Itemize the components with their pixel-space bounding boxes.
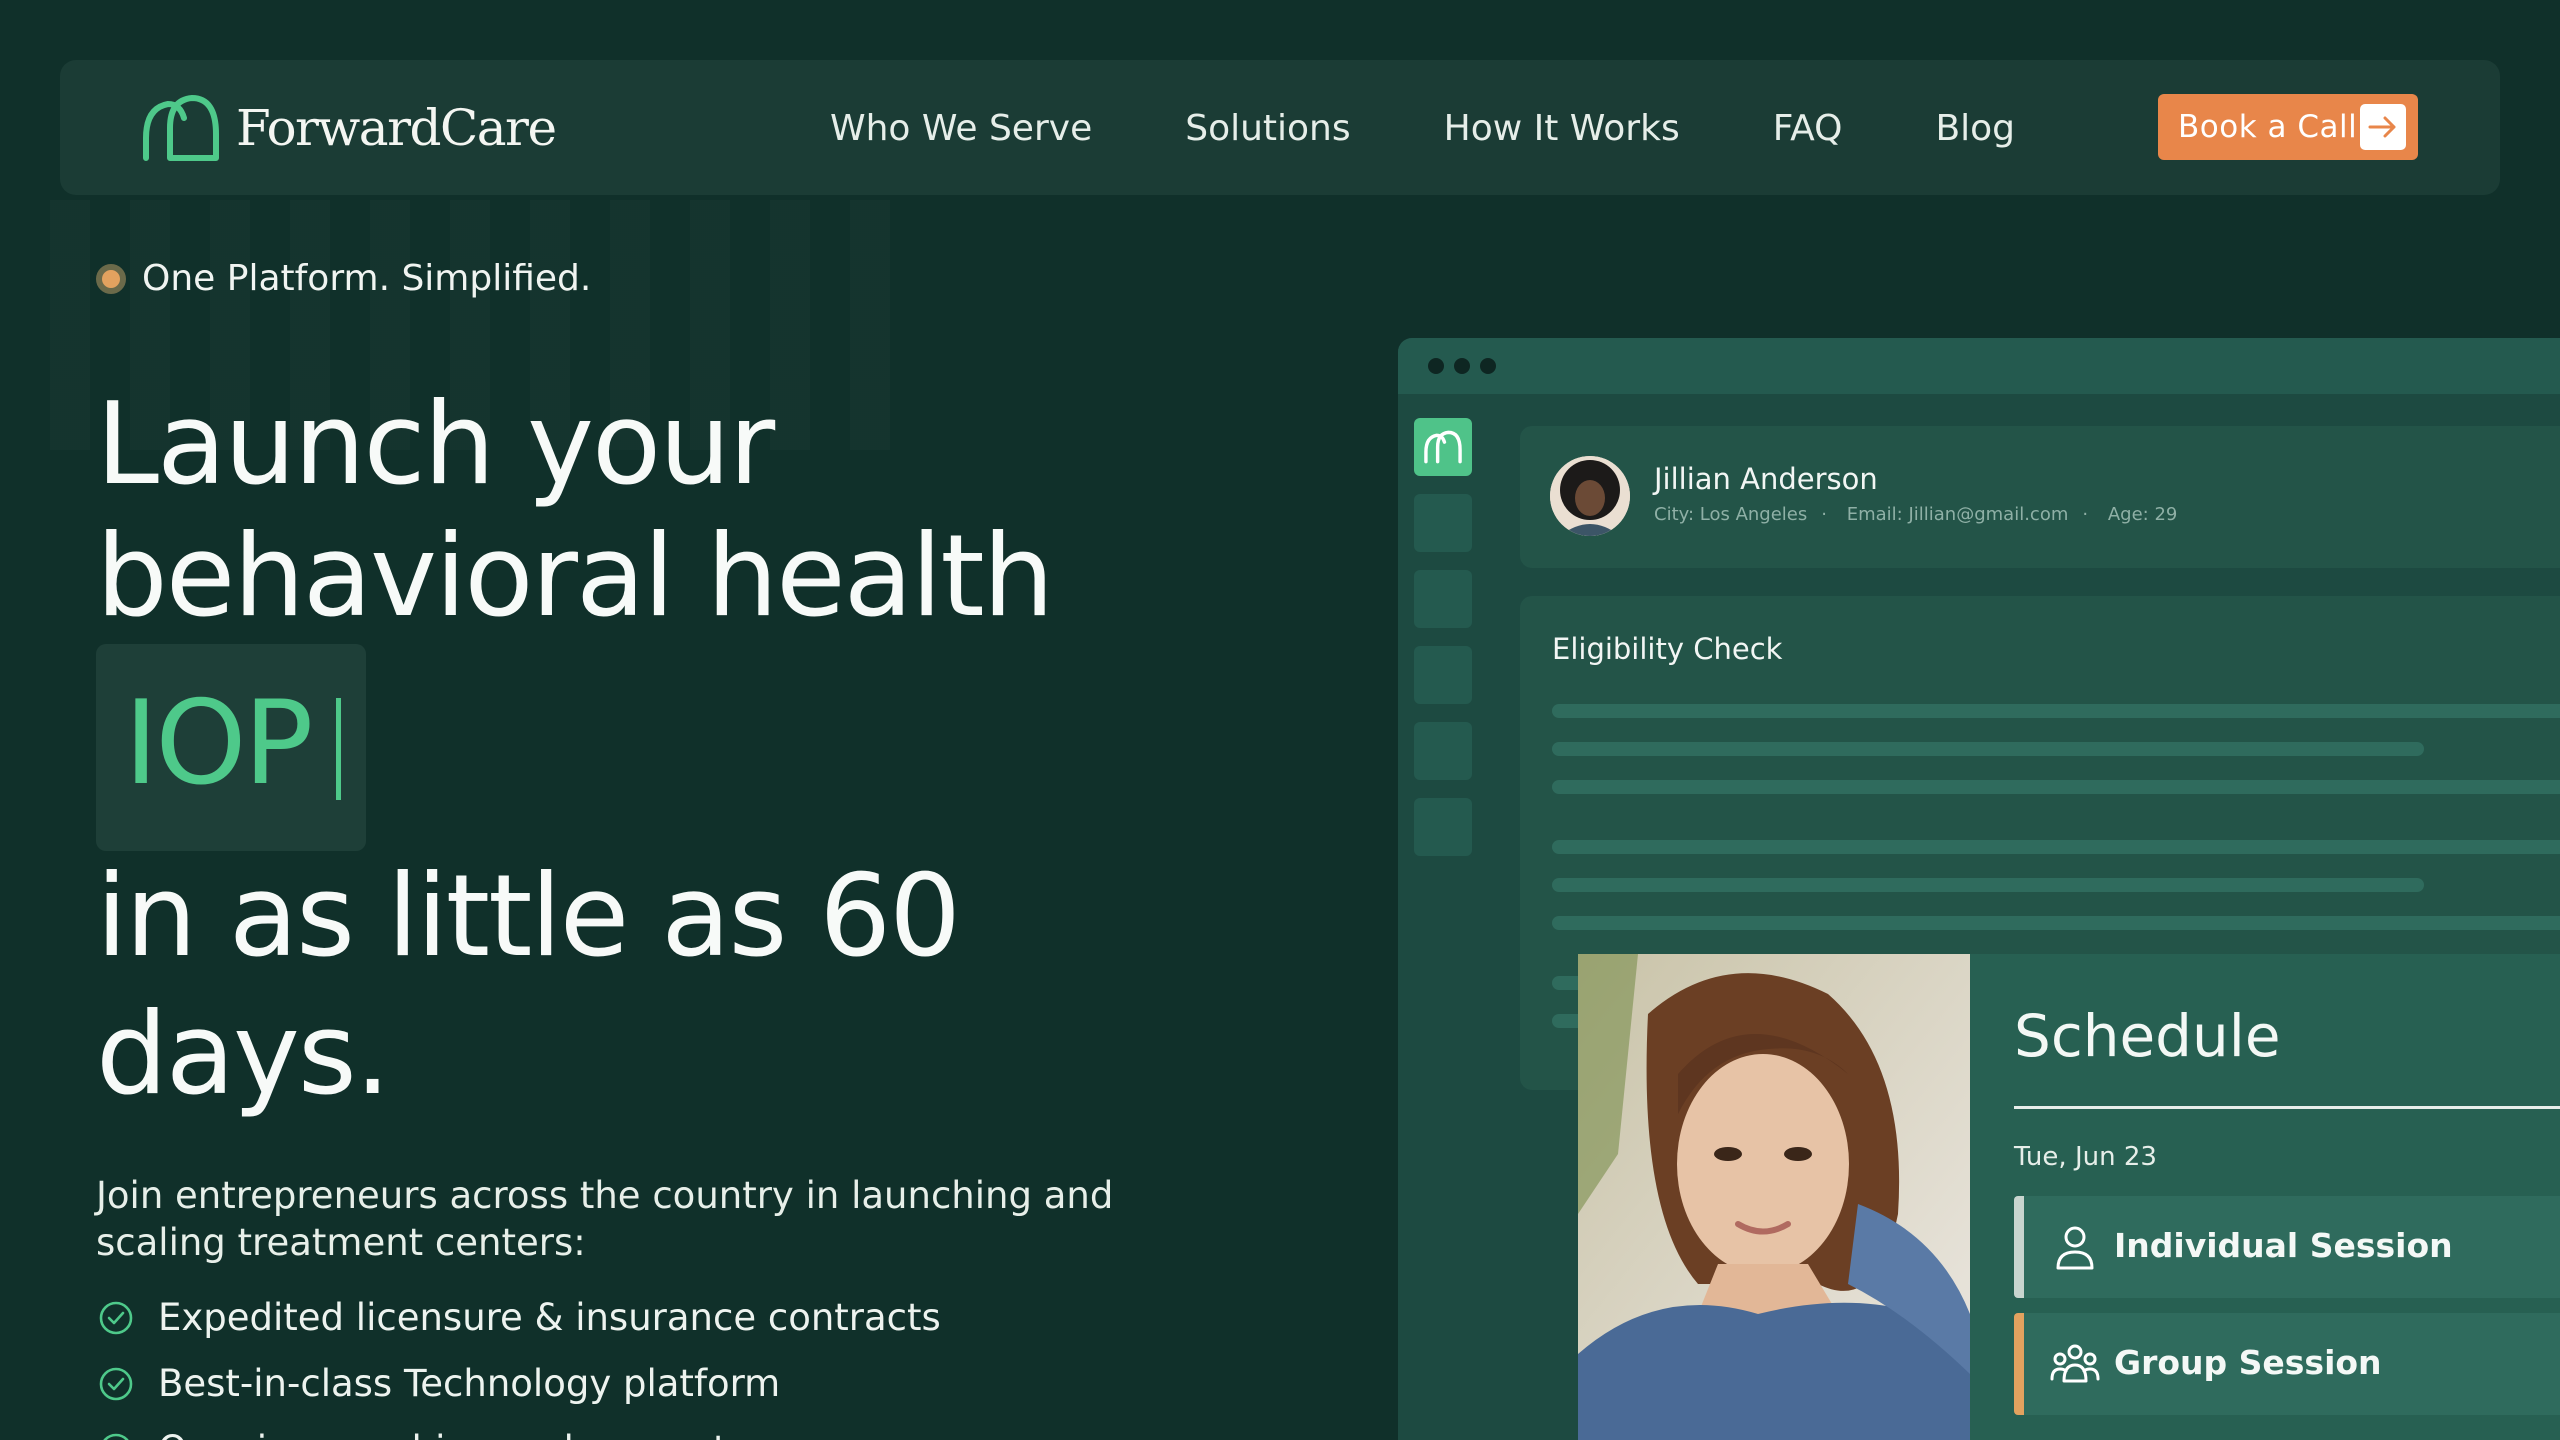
sidebar-item xyxy=(1414,494,1472,552)
feature-bullet: Expedited licensure & insurance contract… xyxy=(98,1296,941,1339)
sidebar-item xyxy=(1414,798,1472,856)
nav-link-faq[interactable]: FAQ xyxy=(1773,108,1843,149)
feature-bullet-text: Expedited licensure & insurance contract… xyxy=(158,1296,941,1339)
nav-links: Who We Serve Solutions How It Works FAQ … xyxy=(830,100,2108,156)
session-accent-bar xyxy=(2014,1313,2024,1415)
patient-age: Age: 29 xyxy=(2107,504,2178,525)
top-navigation: ForwardCare Who We Serve Solutions How I… xyxy=(60,60,2500,195)
feature-bullet: Best-in-class Technology platform xyxy=(98,1362,780,1405)
patient-city: City: Los Angeles xyxy=(1654,504,1808,525)
headline-line-4: days. xyxy=(96,988,391,1120)
placeholder-line xyxy=(1552,840,2560,854)
check-circle-icon xyxy=(102,1433,130,1440)
app-logo-icon xyxy=(1414,418,1472,476)
schedule-title: Schedule xyxy=(2014,1002,2281,1070)
nav-link-solutions[interactable]: Solutions xyxy=(1185,108,1350,149)
book-a-call-label: Book a Call xyxy=(2178,109,2358,145)
person-icon xyxy=(2056,1226,2094,1270)
brand-name: ForwardCare xyxy=(236,99,557,157)
session-label: Individual Session xyxy=(2114,1226,2453,1265)
placeholder-line xyxy=(1552,780,2560,794)
sidebar-item xyxy=(1414,570,1472,628)
nav-link-blog[interactable]: Blog xyxy=(1935,108,2015,149)
patient-card: Jillian Anderson City: Los Angeles · Emai… xyxy=(1520,426,2560,568)
window-titlebar xyxy=(1398,338,2560,394)
session-accent-bar xyxy=(2014,1196,2024,1298)
headline-line-2: behavioral health xyxy=(96,510,1054,642)
tagline-badge: One Platform. Simplified. xyxy=(96,258,591,299)
schedule-date: Tue, Jun 23 xyxy=(2014,1142,2157,1172)
nav-link-how-it-works[interactable]: How It Works xyxy=(1444,108,1680,149)
group-icon xyxy=(2050,1344,2100,1383)
feature-bullet: Ongoing coaching and support xyxy=(98,1428,728,1440)
tagline-text: One Platform. Simplified. xyxy=(142,258,592,299)
placeholder-line xyxy=(1552,916,2560,930)
meta-separator: · xyxy=(2082,504,2089,525)
window-dot-icon xyxy=(1454,358,1470,374)
client-photo xyxy=(1578,954,1970,1440)
meta-separator: · xyxy=(1821,504,1827,525)
app-preview-window: Jillian Anderson City: Los Angeles · Emai… xyxy=(1398,338,2560,1440)
headline-line-1: Launch your xyxy=(96,378,775,510)
book-a-call-button[interactable]: Book a Call xyxy=(2158,94,2418,160)
highlight-word: IOP xyxy=(124,676,313,811)
sidebar-item xyxy=(1414,646,1472,704)
patient-details: City: Los Angeles · Email: Jillian@gmail.… xyxy=(1654,504,2191,525)
typed-highlight-box: IOP xyxy=(96,644,366,851)
feature-bullet-text: Ongoing coaching and support xyxy=(158,1428,728,1440)
feature-bullet-text: Best-in-class Technology platform xyxy=(158,1362,781,1405)
patient-email: Email: Jillian@gmail.com xyxy=(1846,504,2069,525)
arch-logo-icon xyxy=(143,94,219,161)
window-dot-icon xyxy=(1428,358,1444,374)
brand-logo[interactable]: ForwardCare xyxy=(140,94,557,162)
session-item-group[interactable]: Group Session xyxy=(2014,1313,2560,1415)
check-circle-icon xyxy=(99,1301,133,1334)
headline-line-3: in as little as 60 xyxy=(96,850,961,982)
nav-link-who-we-serve[interactable]: Who We Serve xyxy=(830,108,1092,149)
placeholder-line xyxy=(1552,742,2424,756)
session-item-individual[interactable]: Individual Session xyxy=(2014,1196,2560,1298)
typing-caret xyxy=(336,698,341,800)
hero-subtitle: Join entrepreneurs across the country in… xyxy=(96,1174,1114,1264)
placeholder-line xyxy=(1552,878,2424,892)
patient-name: Jillian Anderson xyxy=(1654,462,1878,496)
eligibility-title: Eligibility Check xyxy=(1552,632,1783,666)
check-circle-icon xyxy=(99,1367,133,1400)
sidebar-item xyxy=(1414,722,1472,780)
status-dot-icon xyxy=(96,263,126,294)
arrow-right-icon xyxy=(2360,104,2406,150)
placeholder-line xyxy=(1552,704,2560,718)
avatar xyxy=(1550,456,1630,536)
divider xyxy=(2014,1106,2560,1109)
window-dot-icon xyxy=(1480,358,1496,374)
session-label: Group Session xyxy=(2114,1343,2382,1382)
